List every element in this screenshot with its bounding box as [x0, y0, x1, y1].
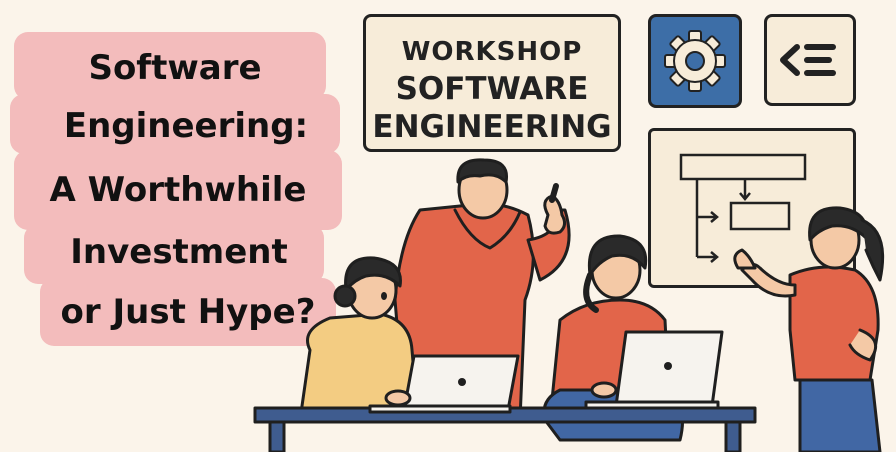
standing-woman-right — [733, 206, 885, 452]
illustration: Software Engineering: A Worthwhile Inves… — [0, 0, 896, 452]
people-scene — [253, 158, 885, 452]
